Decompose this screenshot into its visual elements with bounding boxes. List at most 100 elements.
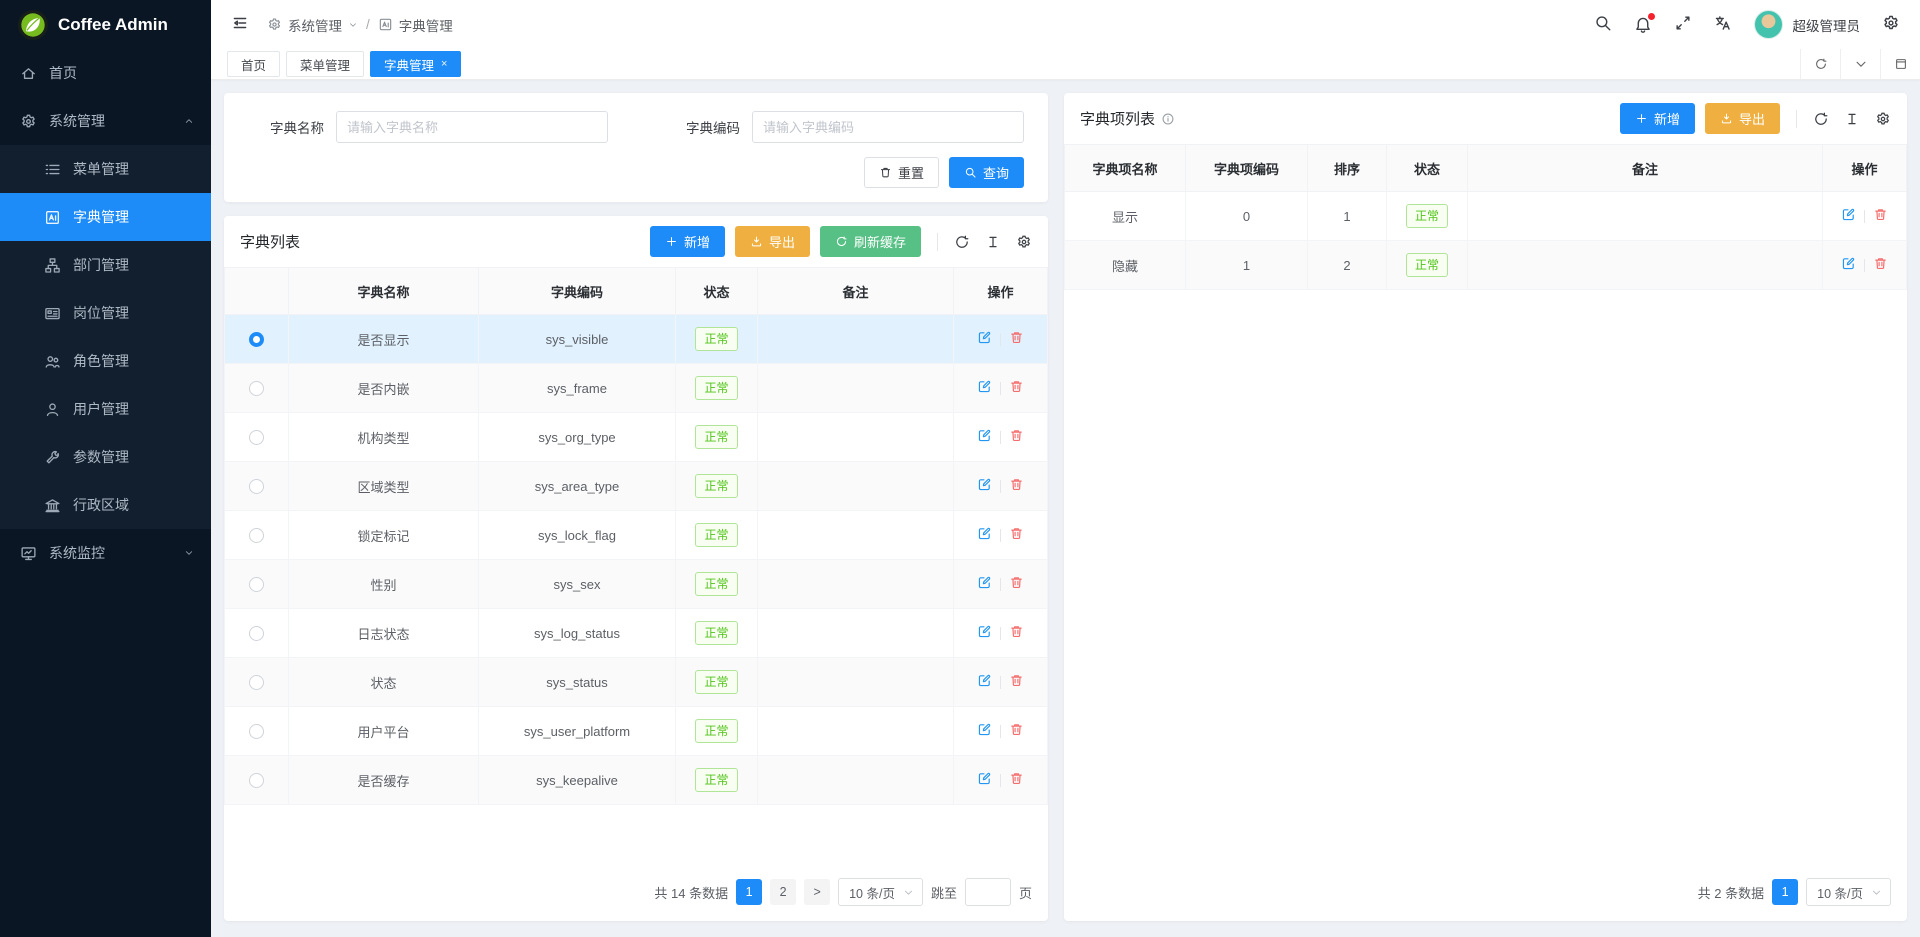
edit-button[interactable] <box>977 722 992 740</box>
dict-name-input[interactable] <box>336 111 608 143</box>
row-height-icon[interactable] <box>985 234 1001 250</box>
item-export-button[interactable]: 导出 <box>1705 103 1780 134</box>
delete-button[interactable] <box>1873 256 1888 274</box>
edit-button[interactable] <box>977 428 992 446</box>
info-icon[interactable] <box>1161 112 1175 126</box>
tab-maximize-button[interactable] <box>1880 49 1920 79</box>
tab-菜单管理[interactable]: 菜单管理 <box>286 51 364 77</box>
user-avatar[interactable] <box>1754 10 1783 39</box>
dict-row[interactable]: 区域类型 sys_area_type 正常 <box>225 462 1048 511</box>
dict-next-page-button[interactable]: > <box>804 879 830 905</box>
fullscreen-icon[interactable] <box>1674 14 1692 35</box>
row-radio[interactable] <box>249 381 264 396</box>
dict-code: sys_area_type <box>479 462 676 511</box>
delete-button[interactable] <box>1009 673 1024 691</box>
settings-gear-icon[interactable] <box>1882 14 1900 35</box>
tab-首页[interactable]: 首页 <box>227 51 280 77</box>
delete-button[interactable] <box>1009 379 1024 397</box>
page-button-2[interactable]: 2 <box>770 879 796 905</box>
column-settings-gear-icon[interactable] <box>1875 111 1891 127</box>
tab-字典管理[interactable]: 字典管理× <box>370 51 461 77</box>
column-header: 排序 <box>1308 145 1387 192</box>
dict-row[interactable]: 是否内嵌 sys_frame 正常 <box>225 364 1048 413</box>
row-radio[interactable] <box>249 724 264 739</box>
dict-item-row[interactable]: 隐藏 1 2 正常 <box>1065 241 1907 290</box>
dict-export-button[interactable]: 导出 <box>735 226 810 257</box>
sidebar-item-post[interactable]: 岗位管理 <box>0 289 211 337</box>
tab-close-icon[interactable]: × <box>441 58 447 70</box>
sidebar-item-monitor[interactable]: 系统监控 <box>0 529 211 577</box>
query-button[interactable]: 查询 <box>949 157 1024 188</box>
search-icon[interactable] <box>1594 14 1612 35</box>
dict-add-button[interactable]: 新增 <box>650 226 725 257</box>
delete-button[interactable] <box>1009 624 1024 642</box>
edit-button[interactable] <box>977 526 992 544</box>
column-settings-gear-icon[interactable] <box>1016 234 1032 250</box>
item-page-size-select[interactable]: 10 条/页 <box>1806 878 1891 906</box>
dict-row[interactable]: 机构类型 sys_org_type 正常 <box>225 413 1048 462</box>
edit-button[interactable] <box>977 673 992 691</box>
delete-button[interactable] <box>1009 526 1024 544</box>
delete-button[interactable] <box>1873 207 1888 225</box>
edit-button[interactable] <box>977 575 992 593</box>
edit-button[interactable] <box>977 379 992 397</box>
dict-row[interactable]: 用户平台 sys_user_platform 正常 <box>225 707 1048 756</box>
dict-row[interactable]: 日志状态 sys_log_status 正常 <box>225 609 1048 658</box>
dict-row[interactable]: 是否显示 sys_visible 正常 <box>225 315 1048 364</box>
row-radio[interactable] <box>249 528 264 543</box>
row-radio[interactable] <box>249 430 264 445</box>
dict-row[interactable]: 状态 sys_status 正常 <box>225 658 1048 707</box>
translate-icon[interactable] <box>1714 14 1732 35</box>
delete-button[interactable] <box>1009 722 1024 740</box>
edit-button[interactable] <box>977 771 992 789</box>
sidebar-item-system[interactable]: 系统管理 <box>0 97 211 145</box>
row-radio[interactable] <box>249 626 264 641</box>
row-radio[interactable] <box>249 577 264 592</box>
page-button-1[interactable]: 1 <box>1772 879 1798 905</box>
sidebar-item-dept[interactable]: 部门管理 <box>0 241 211 289</box>
row-radio[interactable] <box>249 675 264 690</box>
dict-code-input[interactable] <box>752 111 1024 143</box>
delete-button[interactable] <box>1009 330 1024 348</box>
sidebar-item-home[interactable]: 首页 <box>0 49 211 97</box>
dict-row[interactable]: 锁定标记 sys_lock_flag 正常 <box>225 511 1048 560</box>
breadcrumb-dict[interactable]: 字典管理 <box>378 15 453 35</box>
dict-item-row[interactable]: 显示 0 1 正常 <box>1065 192 1907 241</box>
delete-button[interactable] <box>1009 477 1024 495</box>
sidebar-item-menu[interactable]: 菜单管理 <box>0 145 211 193</box>
row-height-icon[interactable] <box>1844 111 1860 127</box>
sidebar-item-role[interactable]: 角色管理 <box>0 337 211 385</box>
edit-button[interactable] <box>977 624 992 642</box>
edit-button[interactable] <box>1841 256 1856 274</box>
breadcrumb-system[interactable]: 系统管理 <box>267 15 358 35</box>
edit-button[interactable] <box>1841 207 1856 225</box>
reset-button[interactable]: 重置 <box>864 157 939 188</box>
table-refresh-icon[interactable] <box>954 234 970 250</box>
delete-button[interactable] <box>1009 771 1024 789</box>
dict-row[interactable]: 性别 sys_sex 正常 <box>225 560 1048 609</box>
dict-remark <box>758 609 954 658</box>
sidebar-item-dict[interactable]: 字典管理 <box>0 193 211 241</box>
jump-page-input[interactable] <box>965 878 1011 906</box>
row-radio[interactable] <box>249 479 264 494</box>
dept-icon <box>44 257 61 274</box>
item-add-button[interactable]: 新增 <box>1620 103 1695 134</box>
page-button-1[interactable]: 1 <box>736 879 762 905</box>
tab-refresh-button[interactable] <box>1800 49 1840 79</box>
refresh-cache-button[interactable]: 刷新缓存 <box>820 226 921 257</box>
tab-dropdown-button[interactable] <box>1840 49 1880 79</box>
sidebar-item-user[interactable]: 用户管理 <box>0 385 211 433</box>
notifications-button[interactable] <box>1634 16 1652 34</box>
delete-button[interactable] <box>1009 428 1024 446</box>
dict-row[interactable]: 是否缓存 sys_keepalive 正常 <box>225 756 1048 805</box>
row-radio[interactable] <box>249 773 264 788</box>
dict-page-size-select[interactable]: 10 条/页 <box>838 878 923 906</box>
sidebar-item-param[interactable]: 参数管理 <box>0 433 211 481</box>
delete-button[interactable] <box>1009 575 1024 593</box>
sidebar-collapse-icon[interactable] <box>231 14 249 35</box>
edit-button[interactable] <box>977 477 992 495</box>
row-radio[interactable] <box>249 332 264 347</box>
sidebar-item-region[interactable]: 行政区域 <box>0 481 211 529</box>
table-refresh-icon[interactable] <box>1813 111 1829 127</box>
edit-button[interactable] <box>977 330 992 348</box>
